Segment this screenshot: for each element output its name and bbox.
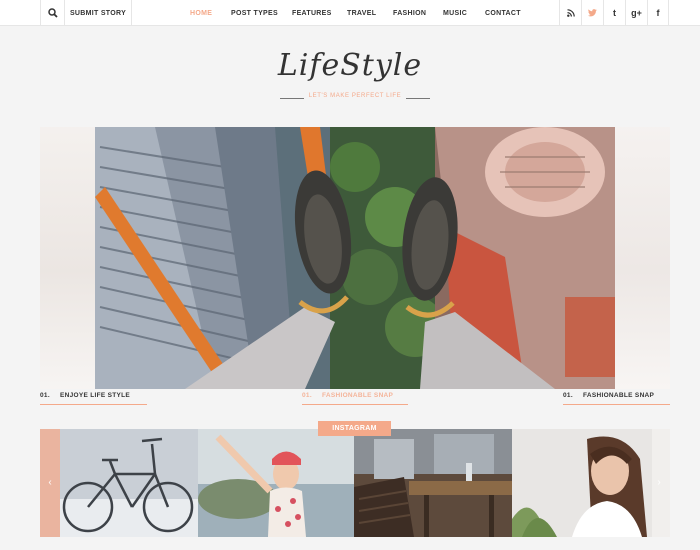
tagline-rule-right [406, 98, 430, 99]
submit-story-button[interactable]: SUBMIT STORY [65, 0, 132, 26]
slide-caption-2[interactable]: 01. FASHIONABLE SNAP [302, 392, 393, 404]
nav-home[interactable]: HOME [190, 0, 212, 26]
instagram-photo-bicycle[interactable] [60, 429, 198, 537]
slide-image-feet-over-city[interactable] [95, 127, 615, 389]
nav-post-types[interactable]: POST TYPES [231, 0, 278, 26]
instagram-photo-cafe[interactable] [354, 429, 512, 537]
google-plus-button[interactable]: g+ [625, 0, 647, 26]
twitter-button[interactable] [581, 0, 603, 26]
featured-slider[interactable] [40, 127, 670, 389]
instagram-feed [40, 429, 670, 537]
nav-contact[interactable]: CONTACT [485, 0, 521, 26]
slide-caption-1[interactable]: 01. ENJOYE LIFE STYLE [40, 392, 130, 404]
slide-caption-underline [302, 404, 408, 405]
instagram-next-arrow[interactable]: › [652, 475, 666, 489]
slide-caption-number: 01. [302, 392, 312, 399]
slide-preview-left[interactable] [40, 127, 95, 389]
instagram-prev-arrow[interactable]: ‹ [43, 475, 57, 489]
slide-preview-right[interactable] [615, 127, 670, 389]
slide-caption-title: FASHIONABLE SNAP [321, 392, 394, 399]
facebook-icon: f [656, 8, 660, 18]
slide-caption-3[interactable]: 01. FASHIONABLE SNAP [563, 392, 654, 404]
site-logo[interactable]: LifeStyle [250, 48, 450, 83]
top-bar: SUBMIT STORY HOME POST TYPES FEATURES TR… [0, 0, 700, 26]
slide-caption-underline [40, 404, 147, 405]
slide-caption-underline [563, 404, 670, 405]
nav-features[interactable]: FEATURES [292, 0, 332, 26]
instagram-photo-girl[interactable] [198, 429, 354, 537]
rss-icon [566, 9, 575, 17]
tumblr-button[interactable]: t [603, 0, 625, 26]
rss-button[interactable] [559, 0, 581, 26]
nav-travel[interactable]: TRAVEL [347, 0, 376, 26]
slide-caption-title: ENJOYE LIFE STYLE [59, 392, 131, 399]
slide-caption-title: FASHIONABLE SNAP [582, 392, 655, 399]
instagram-label[interactable]: INSTAGRAM [318, 421, 391, 436]
facebook-button[interactable]: f [647, 0, 669, 26]
slide-caption-number: 01. [40, 392, 50, 399]
google-plus-icon: g+ [631, 8, 642, 18]
search-button[interactable] [40, 0, 65, 26]
nav-fashion[interactable]: FASHION [393, 0, 426, 26]
search-icon [47, 8, 58, 18]
nav-music[interactable]: MUSIC [443, 0, 467, 26]
twitter-icon [588, 9, 597, 17]
instagram-photo-woman[interactable] [512, 429, 652, 537]
slide-caption-number: 01. [563, 392, 573, 399]
tumblr-icon: t [613, 8, 616, 18]
site-tagline: LET'S MAKE PERFECT LIFE [280, 93, 430, 103]
